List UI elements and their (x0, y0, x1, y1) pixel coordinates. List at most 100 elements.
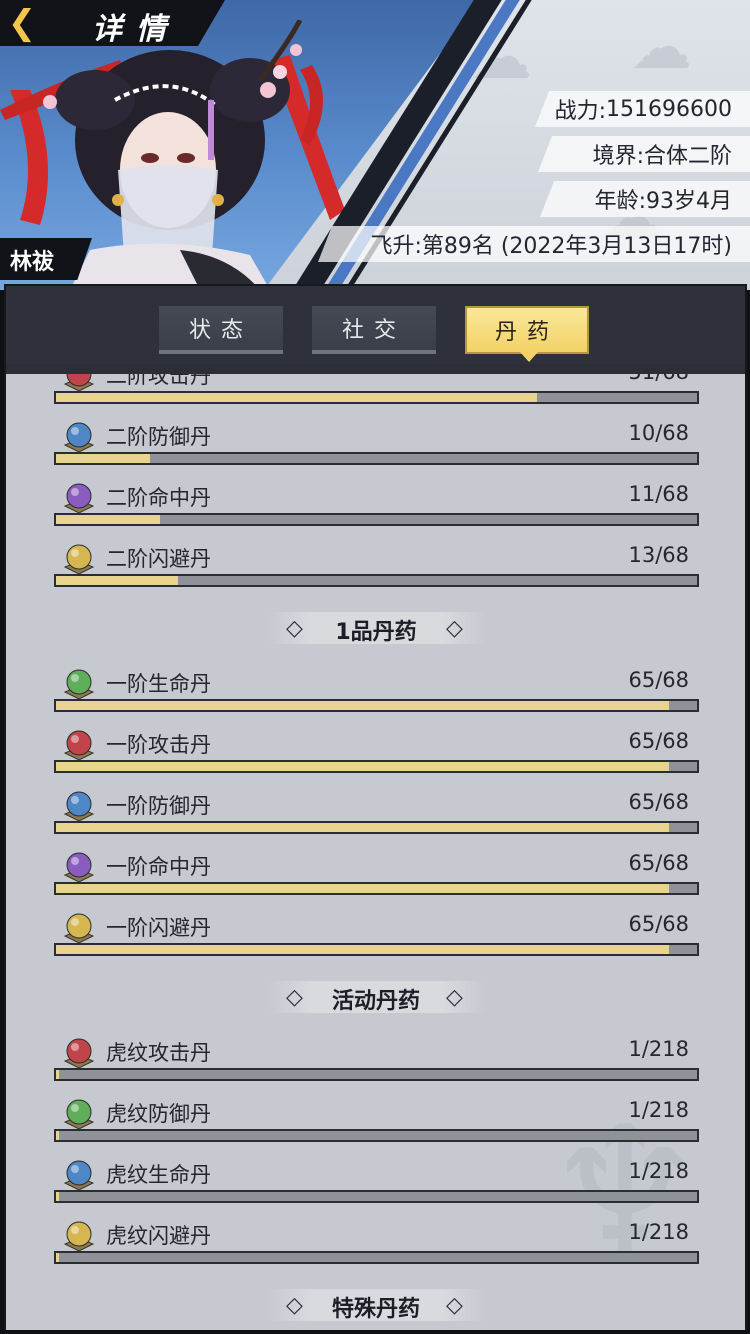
pill-count: 1/218 (628, 1220, 689, 1244)
pill-count: 10/68 (628, 421, 689, 445)
pill-progress-fill (56, 393, 537, 402)
pill-progress-fill (56, 945, 669, 954)
pill-icon (62, 419, 96, 453)
tab-bar: 状态 社交 丹药 (6, 286, 745, 364)
pill-progress-bar (54, 943, 699, 956)
pill-row[interactable]: 虎纹生命丹 1/218 (6, 1151, 745, 1212)
pill-count: 65/68 (628, 912, 689, 936)
diamond-icon: ◇ (446, 1293, 463, 1318)
stat-age: 年龄: 93岁4月 (540, 181, 750, 217)
pill-icon (62, 374, 96, 392)
pill-row[interactable]: 二阶命中丹 11/68 (6, 474, 745, 535)
pill-icon (62, 541, 96, 575)
pill-row[interactable]: 二阶攻击丹 51/68 (6, 364, 745, 413)
pill-progress-bar (54, 391, 699, 404)
pill-name: 二阶防御丹 (106, 425, 211, 449)
pill-progress-bar (54, 1190, 699, 1203)
pill-count: 65/68 (628, 851, 689, 875)
pill-icon (62, 1218, 96, 1252)
pill-progress-bar (54, 574, 699, 587)
diamond-icon: ◇ (286, 985, 303, 1010)
pill-progress-bar (54, 1129, 699, 1142)
pill-name: 一阶命中丹 (106, 855, 211, 879)
pill-list[interactable]: ♆ 二阶攻击丹 51/68 二阶防御丹 10/68 二阶命中丹 11/68 二阶闪避丹 13/… (6, 364, 745, 1330)
pill-name: 一阶防御丹 (106, 794, 211, 818)
diamond-icon: ◇ (286, 616, 303, 641)
diamond-icon: ◇ (286, 1293, 303, 1318)
pill-row[interactable]: 二阶闪避丹 13/68 (6, 535, 745, 596)
pill-icon (62, 1157, 96, 1191)
pill-progress-bar (54, 760, 699, 773)
pill-name: 二阶攻击丹 (106, 364, 211, 388)
pill-count: 65/68 (628, 668, 689, 692)
pill-row[interactable]: 一阶攻击丹 65/68 (6, 721, 745, 782)
pill-progress-fill (56, 1253, 60, 1262)
pill-progress-fill (56, 762, 669, 771)
chevron-left-icon: ❮ (7, 3, 37, 43)
pill-progress-fill (56, 701, 669, 710)
pill-icon (62, 666, 96, 700)
pill-icon (62, 910, 96, 944)
stat-power: 战力: 151696600 (535, 91, 750, 127)
page-title: 详情 (92, 12, 180, 47)
pill-progress-bar (54, 699, 699, 712)
pill-name: 二阶闪避丹 (106, 547, 211, 571)
pill-icon (62, 1096, 96, 1130)
pill-row[interactable]: 一阶命中丹 65/68 (6, 843, 745, 904)
cloud-pattern-icon: ☁ (630, 10, 692, 83)
pill-icon (62, 727, 96, 761)
pill-count: 65/68 (628, 729, 689, 753)
pill-count: 51/68 (628, 364, 689, 384)
section-header: ◇ 1品丹药 ◇ (6, 596, 745, 660)
section-header: ◇ 活动丹药 ◇ (6, 965, 745, 1029)
tab-status[interactable]: 状态 (159, 306, 283, 354)
pill-count: 1/218 (628, 1098, 689, 1122)
pill-icon (62, 788, 96, 822)
pill-name: 虎纹防御丹 (106, 1102, 211, 1126)
diamond-icon: ◇ (446, 985, 463, 1010)
pill-row[interactable]: 一阶闪避丹 65/68 (6, 904, 745, 965)
pill-progress-bar (54, 821, 699, 834)
pill-name: 一阶生命丹 (106, 672, 211, 696)
character-header: ☁ ☁ ☁ (0, 0, 750, 290)
pill-progress-bar (54, 882, 699, 895)
diamond-icon: ◇ (446, 616, 463, 641)
pill-count: 13/68 (628, 543, 689, 567)
tab-pills[interactable]: 丹药 (465, 306, 589, 354)
pill-name: 一阶闪避丹 (106, 916, 211, 940)
pill-progress-bar (54, 1068, 699, 1081)
pill-row[interactable]: 一阶防御丹 65/68 (6, 782, 745, 843)
pill-progress-bar (54, 1251, 699, 1264)
tab-social[interactable]: 社交 (312, 306, 436, 354)
pill-progress-fill (56, 1070, 60, 1079)
section-title: 1品丹药 (335, 620, 417, 645)
pill-icon (62, 1035, 96, 1069)
pill-count: 1/218 (628, 1037, 689, 1061)
pill-icon (62, 480, 96, 514)
detail-panel: 状态 社交 丹药 ♆ 二阶攻击丹 51/68 二阶防御丹 10/68 二阶命中丹 11/6… (4, 284, 747, 1330)
pill-row[interactable]: 二阶防御丹 10/68 (6, 413, 745, 474)
character-name: 林祓 (10, 250, 55, 275)
pill-name: 一阶攻击丹 (106, 733, 211, 757)
pill-name: 虎纹生命丹 (106, 1163, 211, 1187)
active-tab-pointer (520, 352, 538, 362)
pill-row[interactable]: 一阶生命丹 65/68 (6, 660, 745, 721)
pill-progress-fill (56, 823, 669, 832)
pill-count: 11/68 (628, 482, 689, 506)
back-button[interactable]: ❮ (0, 0, 44, 46)
stat-ascension: 飞升: 第89名 (2022年3月13日17时) (318, 226, 750, 262)
pill-row[interactable]: 虎纹攻击丹 1/218 (6, 1029, 745, 1090)
pill-name: 虎纹闪避丹 (106, 1224, 211, 1248)
pill-progress-fill (56, 1192, 60, 1201)
pill-count: 1/218 (628, 1159, 689, 1183)
pill-row[interactable]: 虎纹防御丹 1/218 (6, 1090, 745, 1151)
pill-icon (62, 849, 96, 883)
pill-progress-fill (56, 576, 179, 585)
pill-progress-fill (56, 454, 151, 463)
pill-row[interactable]: 虎纹闪避丹 1/218 (6, 1212, 745, 1273)
pill-progress-bar (54, 513, 699, 526)
pill-progress-fill (56, 884, 669, 893)
pill-progress-fill (56, 1131, 60, 1140)
section-title: 特殊丹药 (331, 1297, 420, 1322)
pill-progress-bar (54, 452, 699, 465)
